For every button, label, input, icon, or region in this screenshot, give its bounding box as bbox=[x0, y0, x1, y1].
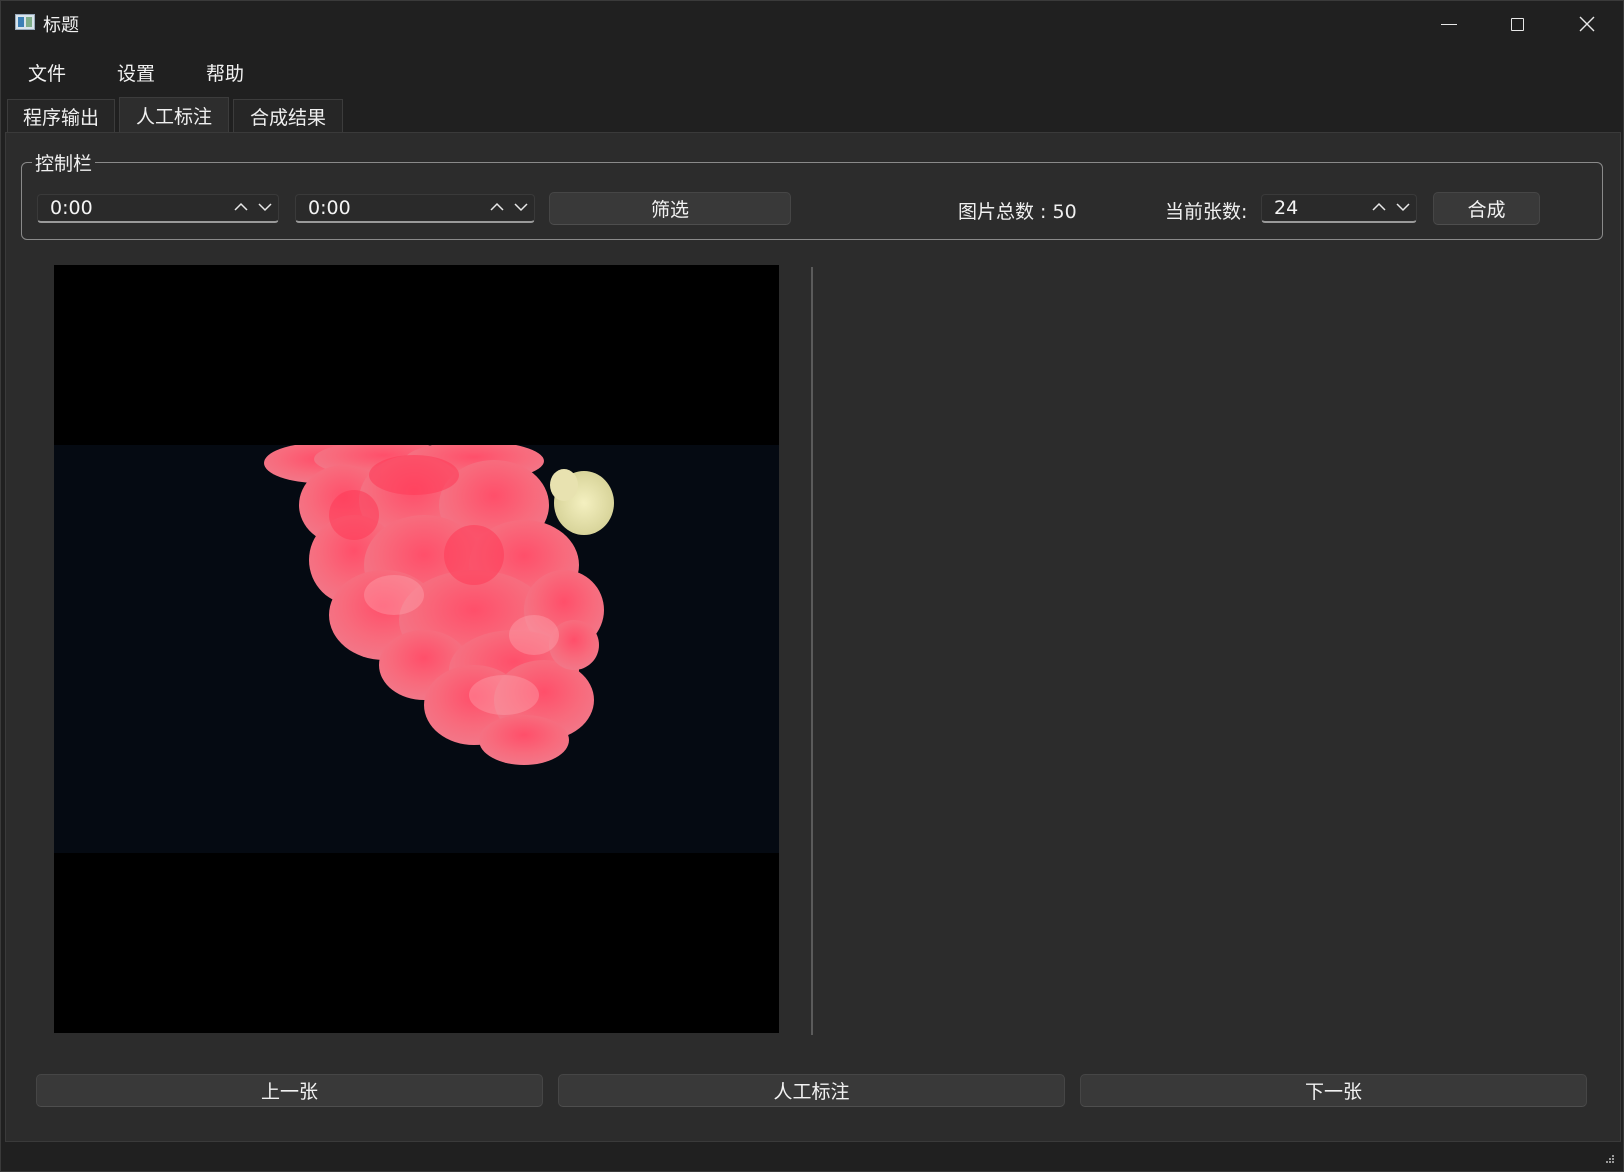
start-time-value: 0:00 bbox=[50, 197, 93, 219]
chevron-up-icon[interactable] bbox=[230, 197, 252, 219]
maximize-button[interactable] bbox=[1483, 1, 1551, 47]
close-button[interactable] bbox=[1553, 1, 1621, 47]
chevron-down-icon[interactable] bbox=[254, 197, 276, 219]
app-icon bbox=[15, 14, 35, 30]
next-image-button[interactable]: 下一张 bbox=[1080, 1074, 1587, 1107]
chevron-up-icon[interactable] bbox=[1368, 197, 1390, 219]
menu-settings[interactable]: 设置 bbox=[109, 57, 163, 88]
splitter-handle[interactable] bbox=[811, 267, 813, 1035]
current-index-value: 24 bbox=[1274, 197, 1299, 219]
annotate-button[interactable]: 人工标注 bbox=[558, 1074, 1065, 1107]
image-display[interactable] bbox=[54, 265, 779, 1033]
minimize-icon bbox=[1441, 23, 1457, 25]
tab-synthesis-result[interactable]: 合成结果 bbox=[233, 99, 343, 133]
current-frame-image bbox=[54, 445, 779, 853]
tab-program-output[interactable]: 程序输出 bbox=[7, 99, 115, 133]
end-time-value: 0:00 bbox=[308, 197, 351, 219]
pink-smoke-image bbox=[264, 445, 614, 765]
current-index-spinbox[interactable]: 24 bbox=[1261, 194, 1417, 223]
status-bar bbox=[5, 1144, 1621, 1170]
current-index-label: 当前张数: bbox=[1165, 201, 1248, 223]
menu-bar: 文件 设置 帮助 bbox=[1, 51, 1623, 91]
chevron-up-icon[interactable] bbox=[486, 197, 508, 219]
chevron-down-icon[interactable] bbox=[510, 197, 532, 219]
menu-help[interactable]: 帮助 bbox=[198, 57, 252, 88]
start-time-spinbox[interactable]: 0:00 bbox=[37, 194, 279, 223]
title-bar: 标题 bbox=[1, 1, 1623, 47]
control-bar-title: 控制栏 bbox=[32, 149, 96, 176]
window-title: 标题 bbox=[43, 15, 79, 36]
close-icon bbox=[1579, 16, 1595, 32]
end-time-spinbox[interactable]: 0:00 bbox=[295, 194, 535, 223]
total-images-label: 图片总数 : 50 bbox=[958, 201, 1077, 223]
menu-file[interactable]: 文件 bbox=[20, 57, 74, 88]
minimize-button[interactable] bbox=[1415, 1, 1483, 47]
prev-image-button[interactable]: 上一张 bbox=[36, 1074, 543, 1107]
resize-grip-icon[interactable] bbox=[1603, 1154, 1615, 1166]
chevron-down-icon[interactable] bbox=[1392, 197, 1414, 219]
filter-button[interactable]: 筛选 bbox=[549, 192, 791, 225]
tab-manual-annotation[interactable]: 人工标注 bbox=[119, 97, 229, 133]
compose-button[interactable]: 合成 bbox=[1433, 192, 1540, 225]
app-window: 标题 文件 设置 帮助 程序输出 人工标注 合成结果 控制栏 0:00 0:00… bbox=[0, 0, 1624, 1172]
maximize-icon bbox=[1510, 17, 1524, 31]
